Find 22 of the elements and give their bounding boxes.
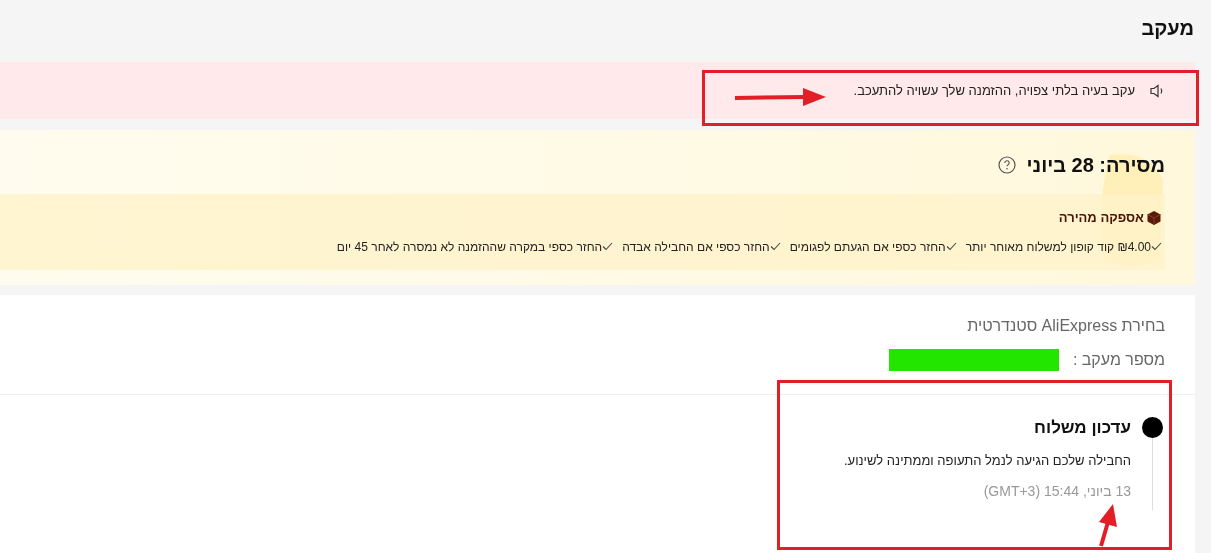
speaker-icon — [1149, 82, 1165, 99]
update-title: עדכון משלוח — [1033, 417, 1131, 439]
fast-delivery-label: אספקה מהירה — [1058, 209, 1144, 227]
help-icon[interactable] — [998, 156, 1017, 174]
check-icon — [945, 242, 957, 251]
guarantee-text: החזר כספי במקרה שההזמנה לא נמסרה לאחר 45 יום — [336, 238, 603, 256]
notice-text: עקב בעיה בלתי צפויה, ההזמנה שלך עשויה להתעכב. — [853, 81, 1135, 100]
box-icon — [1146, 209, 1162, 226]
update-description: החבילה שלכם הגיעה לנמל התעופה וממתינה לשינוע. — [844, 452, 1131, 470]
guarantee-text: ₪4.00 קוד קופון למשלוח מאוחר יותר — [965, 238, 1151, 256]
check-icon — [769, 242, 781, 251]
guarantee-text: החזר כספי אם הגעתם לפגומים — [789, 238, 946, 256]
page-title: מעקב — [1141, 16, 1194, 41]
update-time: 13 ביוני, 15:44 (GMT+3) — [982, 481, 1131, 501]
tracking-label: מספר מעקב : — [1072, 350, 1165, 370]
check-icon — [602, 242, 614, 251]
shipping-method: בחירת AliExpress סטנדרטית — [966, 316, 1165, 336]
check-icon — [1151, 242, 1162, 251]
delivery-date: מסירה: 28 ביוני — [1026, 153, 1165, 178]
annotation-arrow — [1099, 504, 1117, 547]
guarantee-text: החזר כספי אם החבילה אבדה — [622, 238, 770, 256]
timeline-line — [1151, 438, 1153, 510]
